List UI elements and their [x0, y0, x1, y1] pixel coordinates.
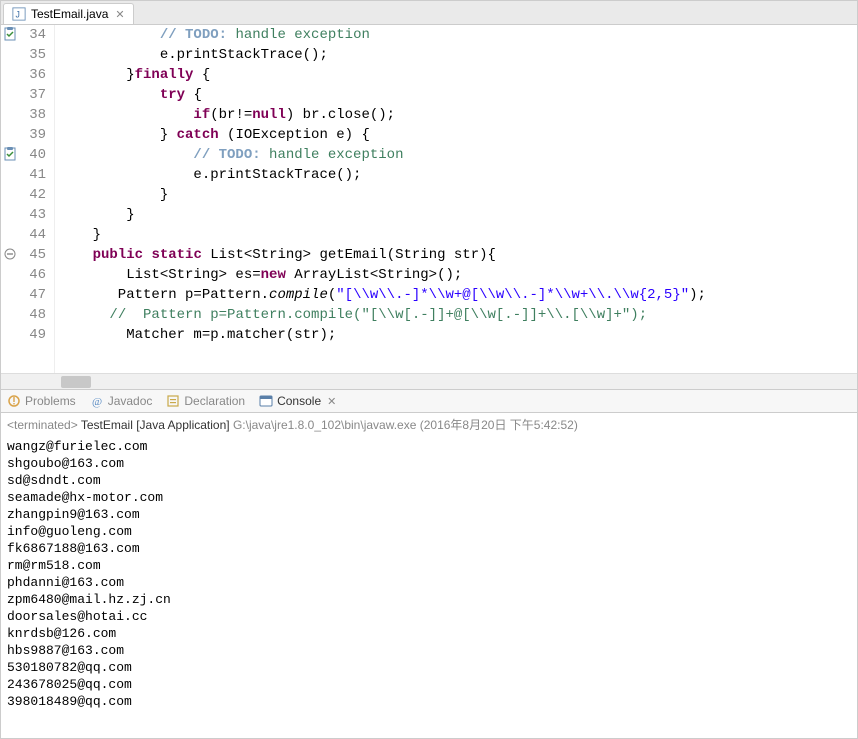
code-line[interactable]: e.printStackTrace(); — [59, 45, 857, 65]
line-number: 39 — [1, 125, 46, 145]
code-line[interactable]: } — [59, 225, 857, 245]
close-icon[interactable]: ✕ — [327, 395, 336, 408]
task-marker-icon — [3, 147, 17, 161]
scrollbar-thumb[interactable] — [61, 376, 91, 388]
views-pane: Problems @ Javadoc Declaration Console ✕… — [0, 390, 858, 739]
problems-icon — [7, 394, 21, 408]
editor-tab-bar: J TestEmail.java ✕ — [1, 1, 857, 25]
code-line[interactable]: } — [59, 205, 857, 225]
console-timestamp: (2016年8月20日 下午5:42:52) — [420, 418, 578, 432]
console-status: <terminated> — [7, 418, 78, 432]
line-number: 40 — [1, 145, 46, 165]
console-launch-name: TestEmail [Java Application] — [81, 418, 230, 432]
java-file-icon: J — [12, 7, 26, 21]
tab-console[interactable]: Console ✕ — [259, 394, 336, 408]
fold-toggle-icon[interactable] — [3, 247, 17, 261]
line-number: 36 — [1, 65, 46, 85]
line-number: 44 — [1, 225, 46, 245]
svg-text:J: J — [16, 10, 20, 20]
console-path: G:\java\jre1.8.0_102\bin\javaw.exe — [233, 418, 416, 432]
code-line[interactable]: if(br!=null) br.close(); — [59, 105, 857, 125]
console-output[interactable]: wangz@furielec.com shgoubo@163.com sd@sd… — [1, 436, 857, 738]
views-tab-bar: Problems @ Javadoc Declaration Console ✕ — [1, 390, 857, 413]
code-line[interactable]: Pattern p=Pattern.compile("[\\w\\.-]*\\w… — [59, 285, 857, 305]
javadoc-icon: @ — [90, 394, 104, 408]
line-number: 37 — [1, 85, 46, 105]
svg-text:@: @ — [92, 396, 102, 408]
editor-tab-testemail[interactable]: J TestEmail.java ✕ — [3, 3, 134, 24]
code-line[interactable]: // TODO: handle exception — [59, 25, 857, 45]
code-line[interactable]: }finally { — [59, 65, 857, 85]
code-line[interactable]: // TODO: handle exception — [59, 145, 857, 165]
declaration-icon — [166, 394, 180, 408]
horizontal-scrollbar[interactable] — [1, 373, 857, 389]
task-marker-icon — [3, 27, 17, 41]
code-line[interactable]: } catch (IOException e) { — [59, 125, 857, 145]
line-number: 49 — [1, 325, 46, 345]
line-number-gutter: 34353637383940414243444546474849 — [1, 25, 55, 373]
editor-pane: J TestEmail.java ✕ 343536373839404142434… — [0, 0, 858, 390]
line-number: 45 — [1, 245, 46, 265]
tab-declaration[interactable]: Declaration — [166, 394, 245, 408]
line-number: 35 — [1, 45, 46, 65]
line-number: 47 — [1, 285, 46, 305]
code-line[interactable]: e.printStackTrace(); — [59, 165, 857, 185]
line-number: 34 — [1, 25, 46, 45]
tab-problems[interactable]: Problems — [7, 394, 76, 408]
console-icon — [259, 394, 273, 408]
line-number: 48 — [1, 305, 46, 325]
close-icon[interactable]: ✕ — [115, 8, 124, 21]
code-editor[interactable]: 34353637383940414243444546474849 // TODO… — [1, 25, 857, 373]
line-number: 42 — [1, 185, 46, 205]
tab-javadoc-label: Javadoc — [108, 394, 153, 408]
tab-problems-label: Problems — [25, 394, 76, 408]
line-number: 41 — [1, 165, 46, 185]
code-line[interactable]: try { — [59, 85, 857, 105]
tab-declaration-label: Declaration — [184, 394, 245, 408]
code-line[interactable]: // Pattern p=Pattern.compile("[\\w[.-]]+… — [59, 305, 857, 325]
line-number: 46 — [1, 265, 46, 285]
code-line[interactable]: } — [59, 185, 857, 205]
line-number: 43 — [1, 205, 46, 225]
code-line[interactable]: Matcher m=p.matcher(str); — [59, 325, 857, 345]
tab-javadoc[interactable]: @ Javadoc — [90, 394, 153, 408]
code-line[interactable]: List<String> es=new ArrayList<String>(); — [59, 265, 857, 285]
line-number: 38 — [1, 105, 46, 125]
code-content[interactable]: // TODO: handle exception e.printStackTr… — [55, 25, 857, 373]
editor-tab-label: TestEmail.java — [31, 7, 108, 21]
code-line[interactable]: public static List<String> getEmail(Stri… — [59, 245, 857, 265]
console-launch-info: <terminated> TestEmail [Java Application… — [1, 413, 857, 436]
tab-console-label: Console — [277, 394, 321, 408]
